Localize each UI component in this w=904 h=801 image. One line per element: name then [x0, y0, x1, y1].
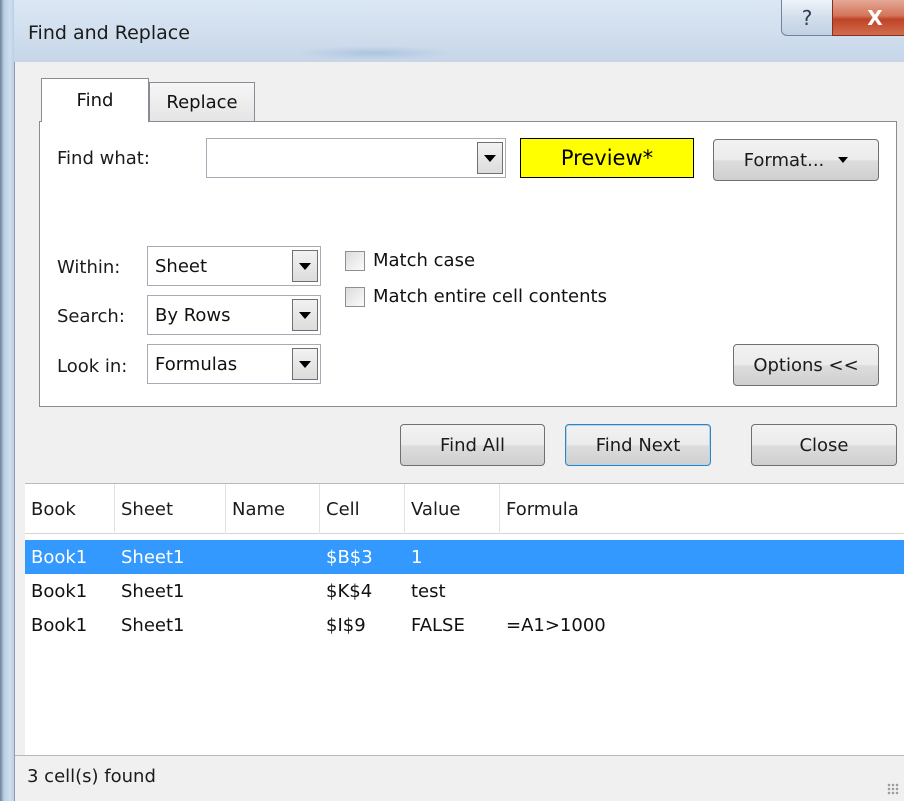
match-case-label: Match case: [373, 250, 476, 271]
results-header: Book Sheet Name Cell Value Formula: [25, 484, 904, 534]
result-formula: =A1>1000: [506, 614, 606, 636]
look-in-select[interactable]: Formulas: [147, 344, 321, 384]
result-book: Book1: [31, 546, 88, 568]
match-entire-checkbox[interactable]: Match entire cell contents: [345, 286, 607, 307]
search-value: By Rows: [155, 304, 231, 326]
find-what-label: Find what:: [57, 148, 150, 169]
result-sheet: Sheet1: [121, 580, 185, 602]
result-book: Book1: [31, 614, 88, 636]
find-next-label: Find Next: [595, 434, 681, 456]
column-header-cell[interactable]: Cell: [320, 484, 405, 534]
tab-find[interactable]: Find: [41, 78, 149, 122]
find-all-button[interactable]: Find All: [400, 424, 545, 466]
chevron-down-icon: [299, 311, 311, 319]
look-in-dropdown-button[interactable]: [292, 348, 318, 380]
column-header-book[interactable]: Book: [25, 484, 115, 534]
status-text: 3 cell(s) found: [27, 766, 156, 787]
chevron-down-icon: [299, 262, 311, 270]
tab-replace[interactable]: Replace: [149, 82, 255, 122]
result-row[interactable]: Book1 Sheet1 $B$3 1: [25, 540, 904, 574]
tab-replace-label: Replace: [166, 92, 238, 113]
status-bar: 3 cell(s) found: [15, 755, 904, 801]
search-select[interactable]: By Rows: [147, 295, 321, 335]
column-header-value-label: Value: [411, 498, 461, 520]
result-cell: $K$4: [326, 580, 373, 602]
options-button-label: Options <<: [753, 354, 859, 376]
column-header-name-label: Name: [232, 498, 286, 520]
close-label: Close: [799, 434, 849, 456]
result-value: test: [411, 580, 446, 602]
column-header-formula[interactable]: Formula: [500, 484, 904, 534]
search-label: Search:: [57, 306, 125, 327]
options-button[interactable]: Options <<: [733, 344, 879, 386]
resize-grip-icon[interactable]: [887, 783, 899, 795]
result-value: 1: [411, 546, 423, 568]
find-next-button[interactable]: Find Next: [565, 424, 711, 466]
close-icon: X: [867, 5, 883, 30]
title-bar-glow: [294, 46, 454, 60]
column-header-value[interactable]: Value: [405, 484, 500, 534]
help-button[interactable]: ?: [781, 0, 833, 36]
find-all-label: Find All: [440, 434, 505, 456]
window-close-button[interactable]: X: [832, 0, 904, 36]
close-button[interactable]: Close: [751, 424, 897, 466]
result-row[interactable]: Book1 Sheet1 $K$4 test: [25, 574, 904, 608]
column-header-cell-label: Cell: [326, 498, 360, 520]
column-header-name[interactable]: Name: [226, 484, 320, 534]
match-entire-box[interactable]: [345, 286, 365, 307]
result-value: FALSE: [411, 614, 465, 636]
help-icon: ?: [801, 5, 813, 30]
match-case-checkbox[interactable]: Match case: [345, 250, 475, 271]
result-name: [226, 540, 232, 574]
find-what-dropdown-button[interactable]: [477, 142, 503, 174]
within-select[interactable]: Sheet: [147, 246, 321, 286]
window-left-border: [0, 0, 14, 801]
chevron-down-icon: [484, 154, 496, 162]
within-label: Within:: [57, 257, 121, 278]
column-header-sheet[interactable]: Sheet: [115, 484, 226, 534]
column-header-book-label: Book: [31, 498, 76, 520]
column-header-sheet-label: Sheet: [121, 498, 174, 520]
format-button[interactable]: Format...: [713, 139, 879, 181]
search-dropdown-button[interactable]: [292, 299, 318, 331]
result-book: Book1: [31, 580, 88, 602]
chevron-down-icon: [299, 360, 311, 368]
format-preview: Preview*: [520, 138, 694, 178]
window-title: Find and Replace: [28, 22, 190, 44]
title-bar[interactable]: Find and Replace ? X: [14, 0, 904, 62]
result-cell: $B$3: [326, 546, 373, 568]
result-formula: [500, 540, 506, 574]
preview-label: Preview*: [560, 146, 654, 170]
match-case-box[interactable]: [345, 250, 365, 271]
within-value: Sheet: [155, 255, 208, 277]
result-name: [226, 574, 232, 608]
result-name: [226, 608, 232, 642]
results-list[interactable]: Book Sheet Name Cell Value Formula Book1…: [25, 483, 904, 755]
result-formula: [500, 574, 506, 608]
look-in-label: Look in:: [57, 356, 128, 377]
chevron-down-icon: [838, 157, 849, 163]
match-entire-label: Match entire cell contents: [373, 286, 607, 307]
within-dropdown-button[interactable]: [292, 250, 318, 282]
result-sheet: Sheet1: [121, 614, 185, 636]
result-cell: $I$9: [326, 614, 366, 636]
dialog-body: Find Replace Find what: Preview* Format.…: [14, 62, 904, 801]
column-header-formula-label: Formula: [506, 498, 579, 520]
result-sheet: Sheet1: [121, 546, 185, 568]
format-button-label: Format...: [743, 149, 825, 171]
result-row[interactable]: Book1 Sheet1 $I$9 FALSE =A1>1000: [25, 608, 904, 642]
look-in-value: Formulas: [155, 353, 238, 375]
tab-find-label: Find: [76, 90, 114, 111]
find-what-combo[interactable]: [206, 138, 506, 178]
